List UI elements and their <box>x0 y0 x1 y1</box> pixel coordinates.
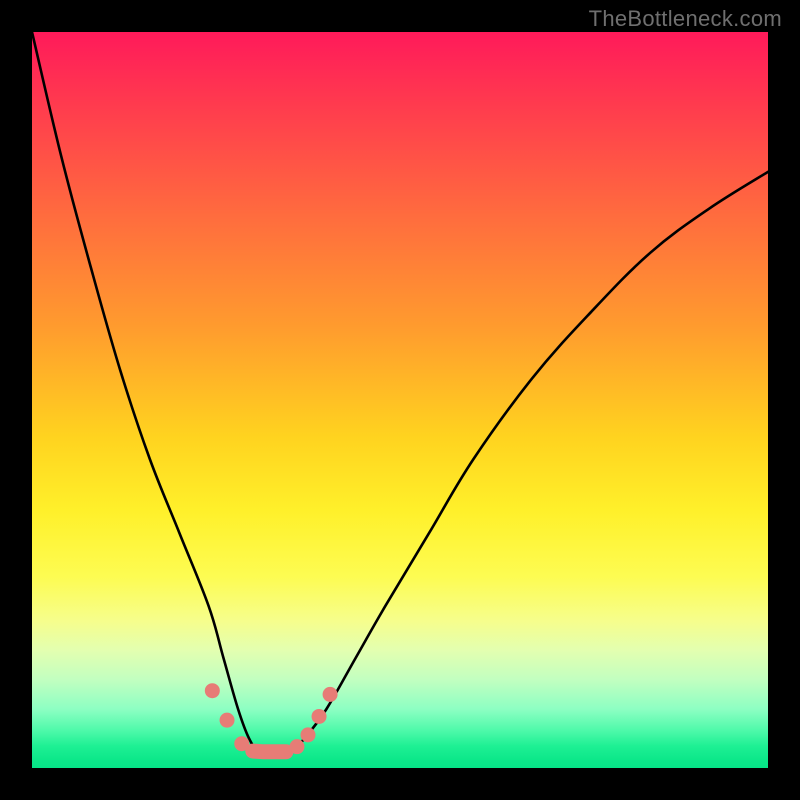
valley-marker <box>289 739 304 754</box>
valley-marker <box>312 709 327 724</box>
valley-markers <box>205 683 338 754</box>
valley-marker <box>205 683 220 698</box>
valley-marker <box>220 713 235 728</box>
bottleneck-curve-line <box>32 32 768 754</box>
valley-marker <box>301 727 316 742</box>
valley-bar <box>253 751 286 752</box>
plot-area <box>32 32 768 768</box>
bottleneck-curve-svg <box>32 32 768 768</box>
valley-marker <box>323 687 338 702</box>
watermark-text: TheBottleneck.com <box>589 6 782 32</box>
chart-frame: TheBottleneck.com <box>0 0 800 800</box>
valley-marker <box>234 736 249 751</box>
